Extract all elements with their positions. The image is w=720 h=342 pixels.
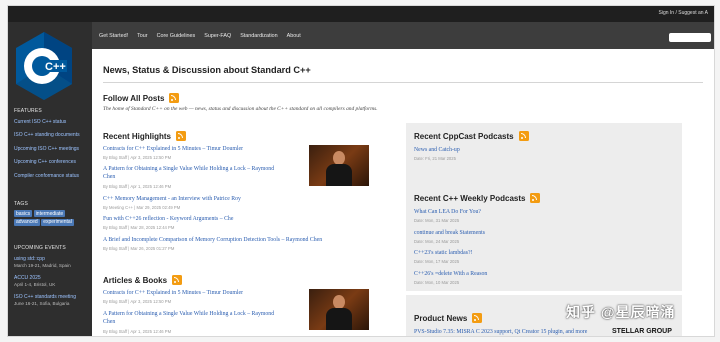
podcast-date: Date: Mon, 17 Mar 2025: [414, 259, 460, 264]
event-detail: March 19-21, Madrid, Spain: [14, 263, 71, 268]
sidebar-item-iso-status[interactable]: Current ISO C++ status: [14, 119, 66, 125]
post-meta: By Blog Staff | Mar 28, 2025 12:44 PM: [103, 225, 175, 230]
post-thumbnail[interactable]: [309, 145, 369, 186]
event-detail: April 1-4, Bristol, UK: [14, 282, 56, 287]
rss-icon[interactable]: [472, 313, 483, 323]
post-link[interactable]: Fun with C++26 reflection - Keyword Argu…: [103, 216, 233, 222]
tag-advanced[interactable]: advanced: [14, 218, 40, 226]
search-input[interactable]: [669, 33, 711, 42]
nav-standardization[interactable]: Standardization: [240, 33, 277, 39]
post-meta: By Blog Staff | Apr 3, 2025 12:50 PM: [103, 155, 172, 160]
stellar-group-logo: STELLAR GROUP: [612, 328, 672, 335]
top-bar: Sign In / Suggest an A: [8, 6, 714, 22]
sidebar-item-conformance[interactable]: Compiler conformance status: [14, 173, 79, 179]
cppcast-heading: Recent CppCast Podcasts: [414, 131, 529, 141]
product-link[interactable]: PVS-Studio 7.35: MISRA C 2023 support, Q…: [414, 329, 587, 335]
podcast-link[interactable]: News and Catch-up: [414, 147, 460, 153]
post-meta: By Blog Staff | Mar 26, 2025 01:27 PM: [103, 246, 175, 251]
sidebar-item-conferences[interactable]: Upcoming C++ conferences: [14, 159, 76, 165]
post-meta: By Meeting C++ | Mar 29, 2025 02:49 PM: [103, 205, 181, 210]
podcast-link[interactable]: C++26's =delete With a Reason: [414, 271, 487, 277]
post-link[interactable]: C++ Memory Management - an Interview wit…: [103, 196, 241, 202]
follow-heading: Follow All Posts: [103, 93, 180, 103]
articles-title: Articles & Books: [103, 275, 168, 285]
podcast-date: Date: Mon, 31 Mar 2025: [414, 218, 460, 223]
rss-icon[interactable]: [518, 131, 529, 141]
events-title: UPCOMING EVENTS: [14, 245, 66, 251]
follow-title: Follow All Posts: [103, 93, 165, 103]
post-thumbnail[interactable]: [309, 289, 369, 330]
sidebar-item-standing-docs[interactable]: ISO C++ standing documents: [14, 132, 80, 138]
cppcast-title: Recent CppCast Podcasts: [414, 131, 514, 141]
event-detail: June 16-21, Sofia, Bulgaria: [14, 301, 70, 306]
nav-about[interactable]: About: [287, 33, 301, 39]
page-title: News, Status & Discussion about Standard…: [103, 65, 311, 75]
product-title: Product News: [414, 313, 468, 323]
post-meta: By Blog Staff | Apr 1, 2025 12:46 PM: [103, 184, 172, 189]
post-link-continued[interactable]: Chen: [103, 319, 115, 325]
logo-text: C++: [45, 61, 66, 73]
podcast-link[interactable]: What Can LEA Do For You?: [414, 209, 481, 215]
podcast-link[interactable]: continue and break Statements: [414, 230, 485, 236]
post-link[interactable]: Contracts for C++ Explained in 5 Minutes…: [103, 290, 243, 296]
event-name[interactable]: using std::cpp: [14, 256, 45, 262]
nav-core-guidelines[interactable]: Core Guidelines: [157, 33, 196, 39]
zhihu-watermark: 知乎 @星辰暗涌: [566, 304, 676, 320]
rss-icon[interactable]: [169, 93, 180, 103]
sidebar: C++ FEATURES Current ISO C++ status ISO …: [8, 22, 92, 336]
post-link[interactable]: A Brief and Incomplete Comparison of Mem…: [103, 237, 322, 243]
highlights-heading: Recent Highlights: [103, 131, 187, 141]
post-link[interactable]: Contracts for C++ Explained in 5 Minutes…: [103, 146, 243, 152]
podcast-date: Date: Fri, 21 Mar 2025: [414, 156, 456, 161]
podcast-date: Date: Mon, 24 Mar 2025: [414, 239, 460, 244]
tags-title: TAGS: [14, 201, 29, 207]
sign-in-link[interactable]: Sign In / Suggest an A: [659, 10, 708, 16]
post-meta: By Blog Staff | Apr 1, 2025 12:46 PM: [103, 329, 172, 334]
cpp-logo[interactable]: C++: [13, 30, 75, 102]
main-content: News, Status & Discussion about Standard…: [92, 49, 714, 336]
nav-tour[interactable]: Tour: [137, 33, 148, 39]
weekly-title: Recent C++ Weekly Podcasts: [414, 193, 526, 203]
tag-intermediate[interactable]: intermediate: [33, 210, 66, 217]
highlights-title: Recent Highlights: [103, 131, 172, 141]
podcast-link[interactable]: C++23's static lambdas?!: [414, 250, 472, 256]
main-nav: Get Started! Tour Core Guidelines Super-…: [92, 22, 714, 49]
tag-list: basics intermediate advanced experimenta…: [14, 210, 88, 226]
features-title: FEATURES: [14, 108, 42, 114]
rss-icon[interactable]: [530, 193, 541, 203]
title-divider: [103, 82, 703, 83]
weekly-heading: Recent C++ Weekly Podcasts: [414, 193, 541, 203]
browser-page: Sign In / Suggest an A Get Started! Tour…: [8, 6, 714, 336]
post-meta: By Blog Staff | Apr 3, 2025 12:50 PM: [103, 299, 172, 304]
event-name[interactable]: ISO C++ standards meeting: [14, 294, 76, 300]
post-link-continued[interactable]: Chen: [103, 174, 115, 180]
podcast-date: Date: Mon, 10 Mar 2025: [414, 280, 460, 285]
post-link[interactable]: A Pattern for Obtaining a Single Value W…: [103, 166, 274, 172]
intro-text: The home of Standard C++ on the web — ne…: [103, 106, 378, 112]
rss-icon[interactable]: [176, 131, 187, 141]
tag-experimental[interactable]: experimental: [41, 218, 74, 226]
articles-heading: Articles & Books: [103, 275, 183, 285]
tag-basics[interactable]: basics: [14, 210, 33, 217]
event-name[interactable]: ACCU 2025: [14, 275, 41, 281]
sidebar-item-meetings[interactable]: Upcoming ISO C++ meetings: [14, 146, 79, 152]
product-heading: Product News: [414, 313, 483, 323]
nav-get-started[interactable]: Get Started!: [99, 33, 128, 39]
rss-icon[interactable]: [172, 275, 183, 285]
nav-super-faq[interactable]: Super-FAQ: [204, 33, 231, 39]
post-link[interactable]: A Pattern for Obtaining a Single Value W…: [103, 311, 274, 317]
